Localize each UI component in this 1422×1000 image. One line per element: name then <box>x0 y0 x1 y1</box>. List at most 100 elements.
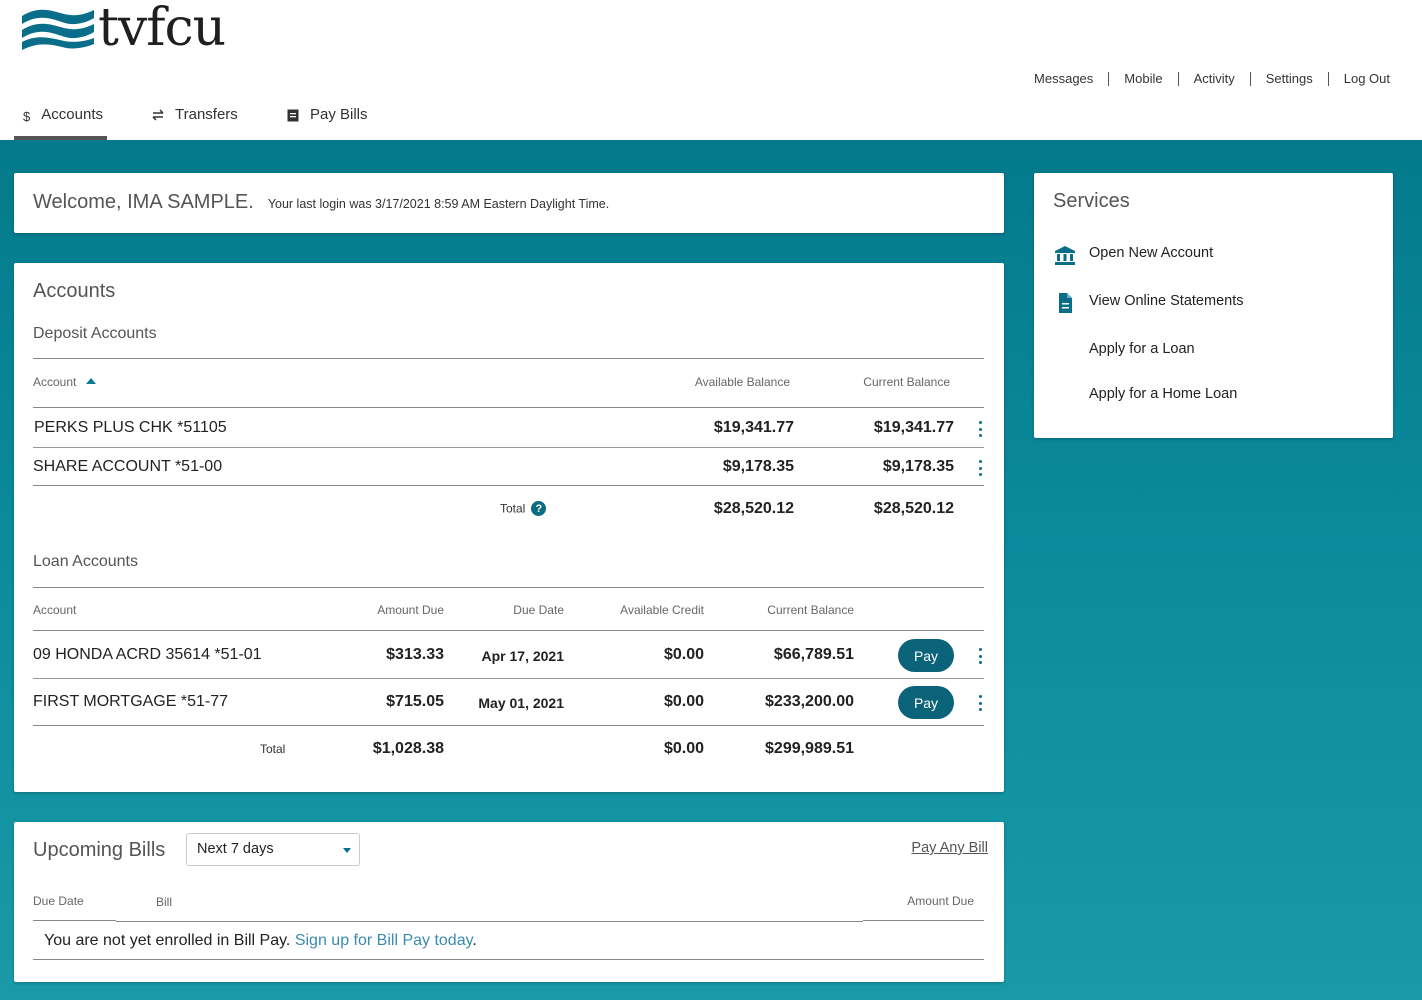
total-available-credit: $0.00 <box>663 740 704 757</box>
available-balance: $19,341.77 <box>713 419 794 436</box>
divider <box>33 485 984 486</box>
total-current-balance: $28,520.12 <box>873 500 954 517</box>
tab-accounts[interactable]: $ Accounts <box>14 96 107 140</box>
bill-icon <box>284 109 302 122</box>
deposit-total-row: Total? <box>500 501 547 516</box>
divider <box>33 678 984 679</box>
more-options-icon[interactable] <box>976 460 984 476</box>
loan-account-header: Account <box>33 603 77 617</box>
open-new-account-link[interactable]: Open New Account <box>1089 245 1213 261</box>
available-credit-header: Available Credit <box>620 603 704 617</box>
accounts-card: Accounts Deposit Accounts Account Availa… <box>14 263 1004 792</box>
current-balance-header[interactable]: Current Balance <box>863 375 950 389</box>
wave-logo-icon <box>22 9 94 50</box>
due-date: Apr 17, 2021 <box>481 648 565 664</box>
tab-label: Transfers <box>175 106 238 123</box>
sort-ascending-icon[interactable] <box>86 378 97 384</box>
divider <box>1108 71 1110 86</box>
available-balance-header[interactable]: Available Balance <box>695 375 790 389</box>
deposit-account-name[interactable]: SHARE ACCOUNT *51-00 <box>33 458 222 476</box>
divider <box>33 407 984 408</box>
divider <box>33 447 984 448</box>
divider <box>1177 71 1179 86</box>
pay-button[interactable]: Pay <box>898 686 954 719</box>
divider <box>33 959 984 960</box>
pay-any-bill-link[interactable]: Pay Any Bill <box>911 840 988 856</box>
divider <box>33 358 984 359</box>
pay-button[interactable]: Pay <box>898 639 954 672</box>
welcome-card: Welcome, IMA SAMPLE. Your last login was… <box>14 173 1004 233</box>
divider <box>1249 71 1251 86</box>
divider <box>33 920 116 921</box>
deposit-account-name[interactable]: PERKS PLUS CHK *51105 <box>34 419 227 437</box>
current-balance: $19,341.77 <box>873 419 954 436</box>
total-loan-balance: $299,989.51 <box>765 740 854 757</box>
dollar-icon: $ <box>23 109 31 124</box>
loan-current-balance: $233,200.00 <box>765 693 854 710</box>
divider <box>33 725 984 726</box>
tab-transfers[interactable]: Transfers <box>143 96 278 140</box>
more-options-icon[interactable] <box>976 648 984 664</box>
header: tvfcu Messages Mobile Activity Settings … <box>0 0 1422 140</box>
divider <box>33 587 984 588</box>
last-login-text: Your last login was 3/17/2021 8:59 AM Ea… <box>267 197 610 211</box>
tab-label: Pay Bills <box>310 106 368 123</box>
accounts-title: Accounts <box>33 280 116 302</box>
tab-label: Accounts <box>41 106 103 123</box>
amount-due-header: Amount Due <box>907 894 974 908</box>
tvfcu-logo[interactable]: tvfcu <box>20 0 226 58</box>
more-options-icon[interactable] <box>976 421 984 437</box>
divider <box>116 921 863 922</box>
loan-account-name[interactable]: FIRST MORTGAGE *51-77 <box>33 693 228 711</box>
upcoming-bills-card: Upcoming Bills Next 7 days Pay Any Bill … <box>14 822 1004 982</box>
tab-pay-bills[interactable]: Pay Bills <box>278 96 398 140</box>
enroll-period: . <box>472 932 477 949</box>
main-nav: $ Accounts Transfers Pay Bills <box>14 96 398 140</box>
upcoming-bills-title: Upcoming Bills <box>33 839 166 861</box>
more-options-icon[interactable] <box>976 695 984 711</box>
apply-for-loan-link[interactable]: Apply for a Loan <box>1089 341 1195 357</box>
document-icon <box>1059 293 1072 313</box>
divider <box>863 920 984 921</box>
mobile-link[interactable]: Mobile <box>1124 71 1162 86</box>
amount-due: $715.05 <box>386 693 444 710</box>
account-header-label: Account <box>33 375 77 389</box>
due-date-header: Due Date <box>513 603 564 617</box>
available-credit: $0.00 <box>663 646 704 663</box>
available-balance: $9,178.35 <box>722 458 794 475</box>
bill-pay-enroll-message: You are not yet enrolled in Bill Pay. Si… <box>44 932 477 950</box>
selected-range: Next 7 days <box>197 841 274 857</box>
activity-link[interactable]: Activity <box>1194 71 1235 86</box>
amount-due-header: Amount Due <box>377 603 444 617</box>
settings-link[interactable]: Settings <box>1266 71 1313 86</box>
messages-link[interactable]: Messages <box>1034 71 1093 86</box>
apply-for-home-loan-link[interactable]: Apply for a Home Loan <box>1089 386 1237 402</box>
loan-account-name[interactable]: 09 HONDA ACRD 35614 *51-01 <box>33 646 262 664</box>
services-card: Services Open New Account View Online St… <box>1034 173 1393 438</box>
logout-link[interactable]: Log Out <box>1344 71 1390 86</box>
enroll-text: You are not yet enrolled in Bill Pay. <box>44 932 291 949</box>
bill-header: Bill <box>156 895 173 909</box>
current-balance: $9,178.35 <box>882 458 954 475</box>
date-range-select[interactable]: Next 7 days <box>186 833 360 866</box>
utility-nav: Messages Mobile Activity Settings Log Ou… <box>1034 71 1390 86</box>
total-amount-due: $1,028.38 <box>372 740 444 757</box>
loan-total-label: Total <box>260 742 286 756</box>
help-icon[interactable]: ? <box>531 501 547 516</box>
due-date-header: Due Date <box>33 894 84 908</box>
amount-due: $313.33 <box>386 646 444 663</box>
chevron-down-icon <box>343 848 351 853</box>
sign-up-bill-pay-link[interactable]: Sign up for Bill Pay today <box>295 932 473 949</box>
loan-current-balance: $66,789.51 <box>773 646 854 663</box>
deposit-accounts-title: Deposit Accounts <box>33 325 157 342</box>
brand-name: tvfcu <box>98 0 226 58</box>
account-column-header[interactable]: Account <box>33 375 97 389</box>
welcome-greeting: Welcome, IMA SAMPLE. <box>33 191 254 213</box>
loan-current-balance-header: Current Balance <box>767 603 854 617</box>
bank-icon <box>1055 246 1075 265</box>
divider <box>33 630 984 631</box>
loan-accounts-title: Loan Accounts <box>33 553 138 570</box>
transfer-arrows-icon <box>149 109 167 121</box>
view-online-statements-link[interactable]: View Online Statements <box>1089 293 1243 309</box>
divider <box>1327 71 1329 86</box>
